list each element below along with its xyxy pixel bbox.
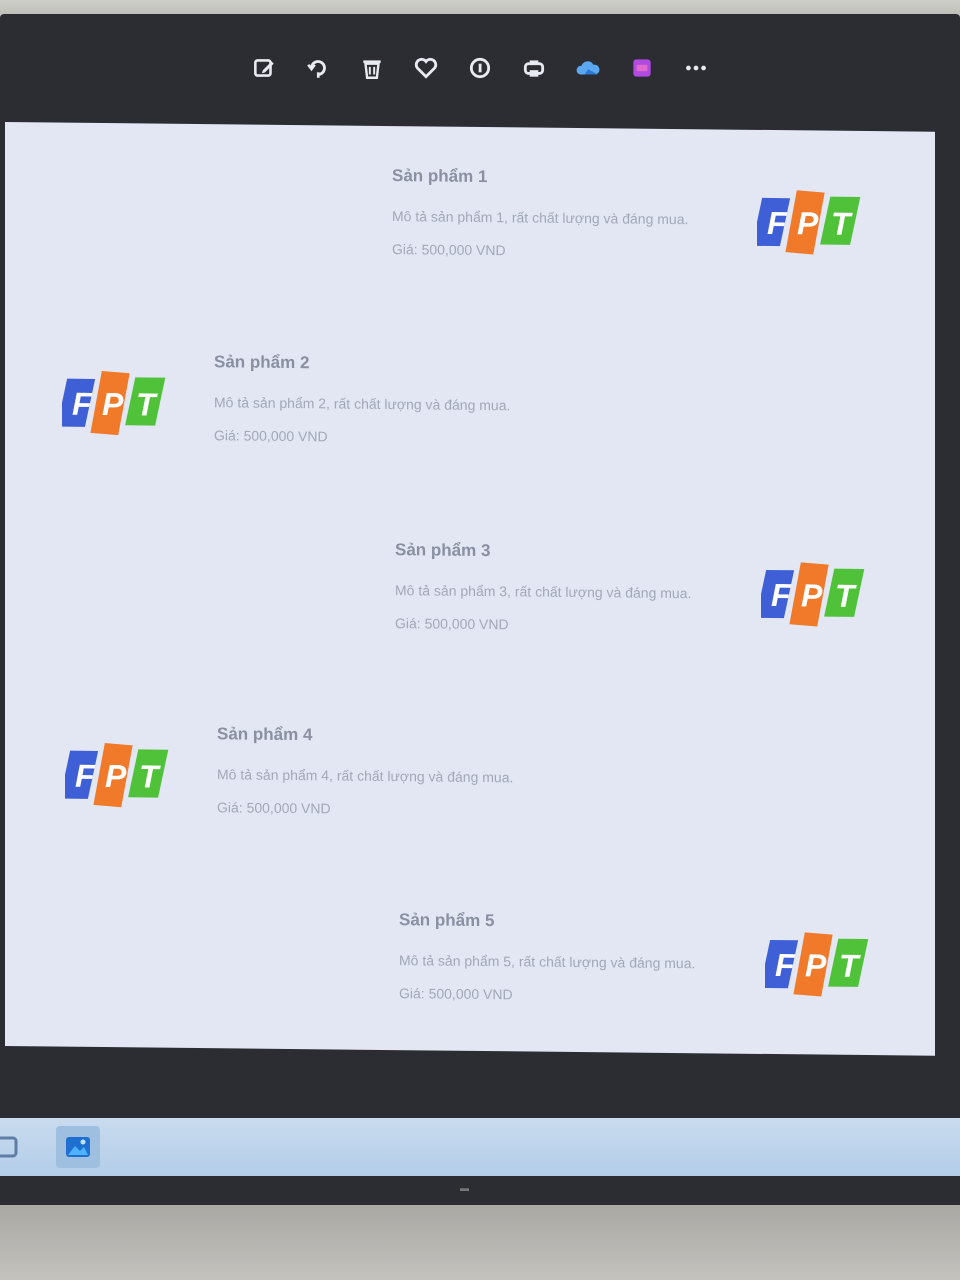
product-title: Sản phẩm 3 (395, 540, 491, 561)
logo-letter-f: F (767, 205, 788, 241)
onedrive-icon[interactable] (572, 52, 604, 84)
product-description: Mô tả sản phẩm 3, rất chất lượng và đáng… (395, 582, 692, 602)
product-price: Giá: 500,000 VND (217, 799, 331, 817)
more-icon[interactable] (680, 52, 712, 84)
taskbar-app-photos[interactable] (56, 1126, 100, 1168)
photos-icon (66, 1137, 90, 1157)
fpt-logo: F P T (59, 741, 175, 812)
fpt-logo: F P T (755, 560, 871, 631)
product-card-5: Sản phẩm 5 Mô tả sản phẩm 5, rất chất lư… (5, 900, 905, 1056)
product-description: Mô tả sản phẩm 4, rất chất lượng và đáng… (217, 766, 514, 786)
info-icon[interactable] (464, 52, 496, 84)
product-card-2: Sản phẩm 2 Mô tả sản phẩm 2, rất chất lư… (5, 344, 905, 513)
logo-letter-f: F (72, 386, 93, 422)
product-card-1: Sản phẩm 1 Mô tả sản phẩm 1, rất chất lư… (5, 156, 905, 325)
logo-letter-p: P (805, 947, 827, 983)
logo-letter-t: T (136, 386, 158, 422)
product-price: Giá: 500,000 VND (395, 615, 509, 633)
heart-icon[interactable] (410, 52, 442, 84)
print-icon[interactable] (518, 52, 550, 84)
displayed-image: Sản phẩm 1 Mô tả sản phẩm 1, rất chất lư… (5, 122, 935, 1056)
product-title: Sản phẩm 1 (392, 166, 488, 187)
product-info: Sản phẩm 5 Mô tả sản phẩm 5, rất chất lư… (399, 910, 729, 1004)
product-description: Mô tả sản phẩm 2, rất chất lượng và đáng… (214, 394, 511, 414)
product-price: Giá: 500,000 VND (392, 241, 506, 259)
fpt-logo: F P T (751, 188, 867, 259)
clipchamp-icon[interactable] (626, 52, 658, 84)
task-view-icon[interactable] (0, 1130, 24, 1164)
product-info: Sản phẩm 3 Mô tả sản phẩm 3, rất chất lư… (395, 540, 725, 634)
fpt-logo: F P T (56, 369, 172, 440)
product-info: Sản phẩm 4 Mô tả sản phẩm 4, rất chất lư… (217, 724, 547, 818)
logo-letter-p: P (102, 386, 124, 422)
logo-letter-t: T (839, 948, 861, 984)
product-title: Sản phẩm 4 (217, 724, 313, 745)
product-description: Mô tả sản phẩm 1, rất chất lượng và đáng… (392, 208, 689, 228)
rotate-icon[interactable] (302, 52, 334, 84)
logo-letter-p: P (105, 758, 127, 794)
fpt-logo: F P T (759, 930, 875, 1001)
product-price: Giá: 500,000 VND (214, 427, 328, 445)
product-description: Mô tả sản phẩm 5, rất chất lượng và đáng… (399, 952, 696, 972)
product-title: Sản phẩm 5 (399, 910, 495, 931)
product-price: Giá: 500,000 VND (399, 985, 513, 1003)
logo-letter-p: P (797, 205, 819, 241)
product-title: Sản phẩm 2 (214, 352, 310, 373)
logo-letter-t: T (831, 206, 853, 242)
logo-letter-f: F (775, 947, 796, 983)
logo-letter-t: T (139, 758, 161, 794)
product-card-3: Sản phẩm 3 Mô tả sản phẩm 3, rất chất lư… (5, 530, 905, 699)
logo-letter-f: F (771, 577, 792, 613)
product-info: Sản phẩm 1 Mô tả sản phẩm 1, rất chất lư… (392, 166, 722, 260)
photo-viewer-toolbar (0, 40, 960, 96)
product-card-4: Sản phẩm 4 Mô tả sản phẩm 4, rất chất lư… (5, 716, 905, 885)
desk-background (0, 1205, 960, 1280)
taskbar (0, 1118, 960, 1176)
logo-letter-f: F (75, 758, 96, 794)
product-info: Sản phẩm 2 Mô tả sản phẩm 2, rất chất lư… (214, 352, 544, 446)
edit-icon[interactable] (248, 52, 280, 84)
logo-letter-p: P (801, 577, 823, 613)
monitor-brand-mark: ▬ (460, 1183, 470, 1193)
trash-icon[interactable] (356, 52, 388, 84)
logo-letter-t: T (835, 578, 857, 614)
